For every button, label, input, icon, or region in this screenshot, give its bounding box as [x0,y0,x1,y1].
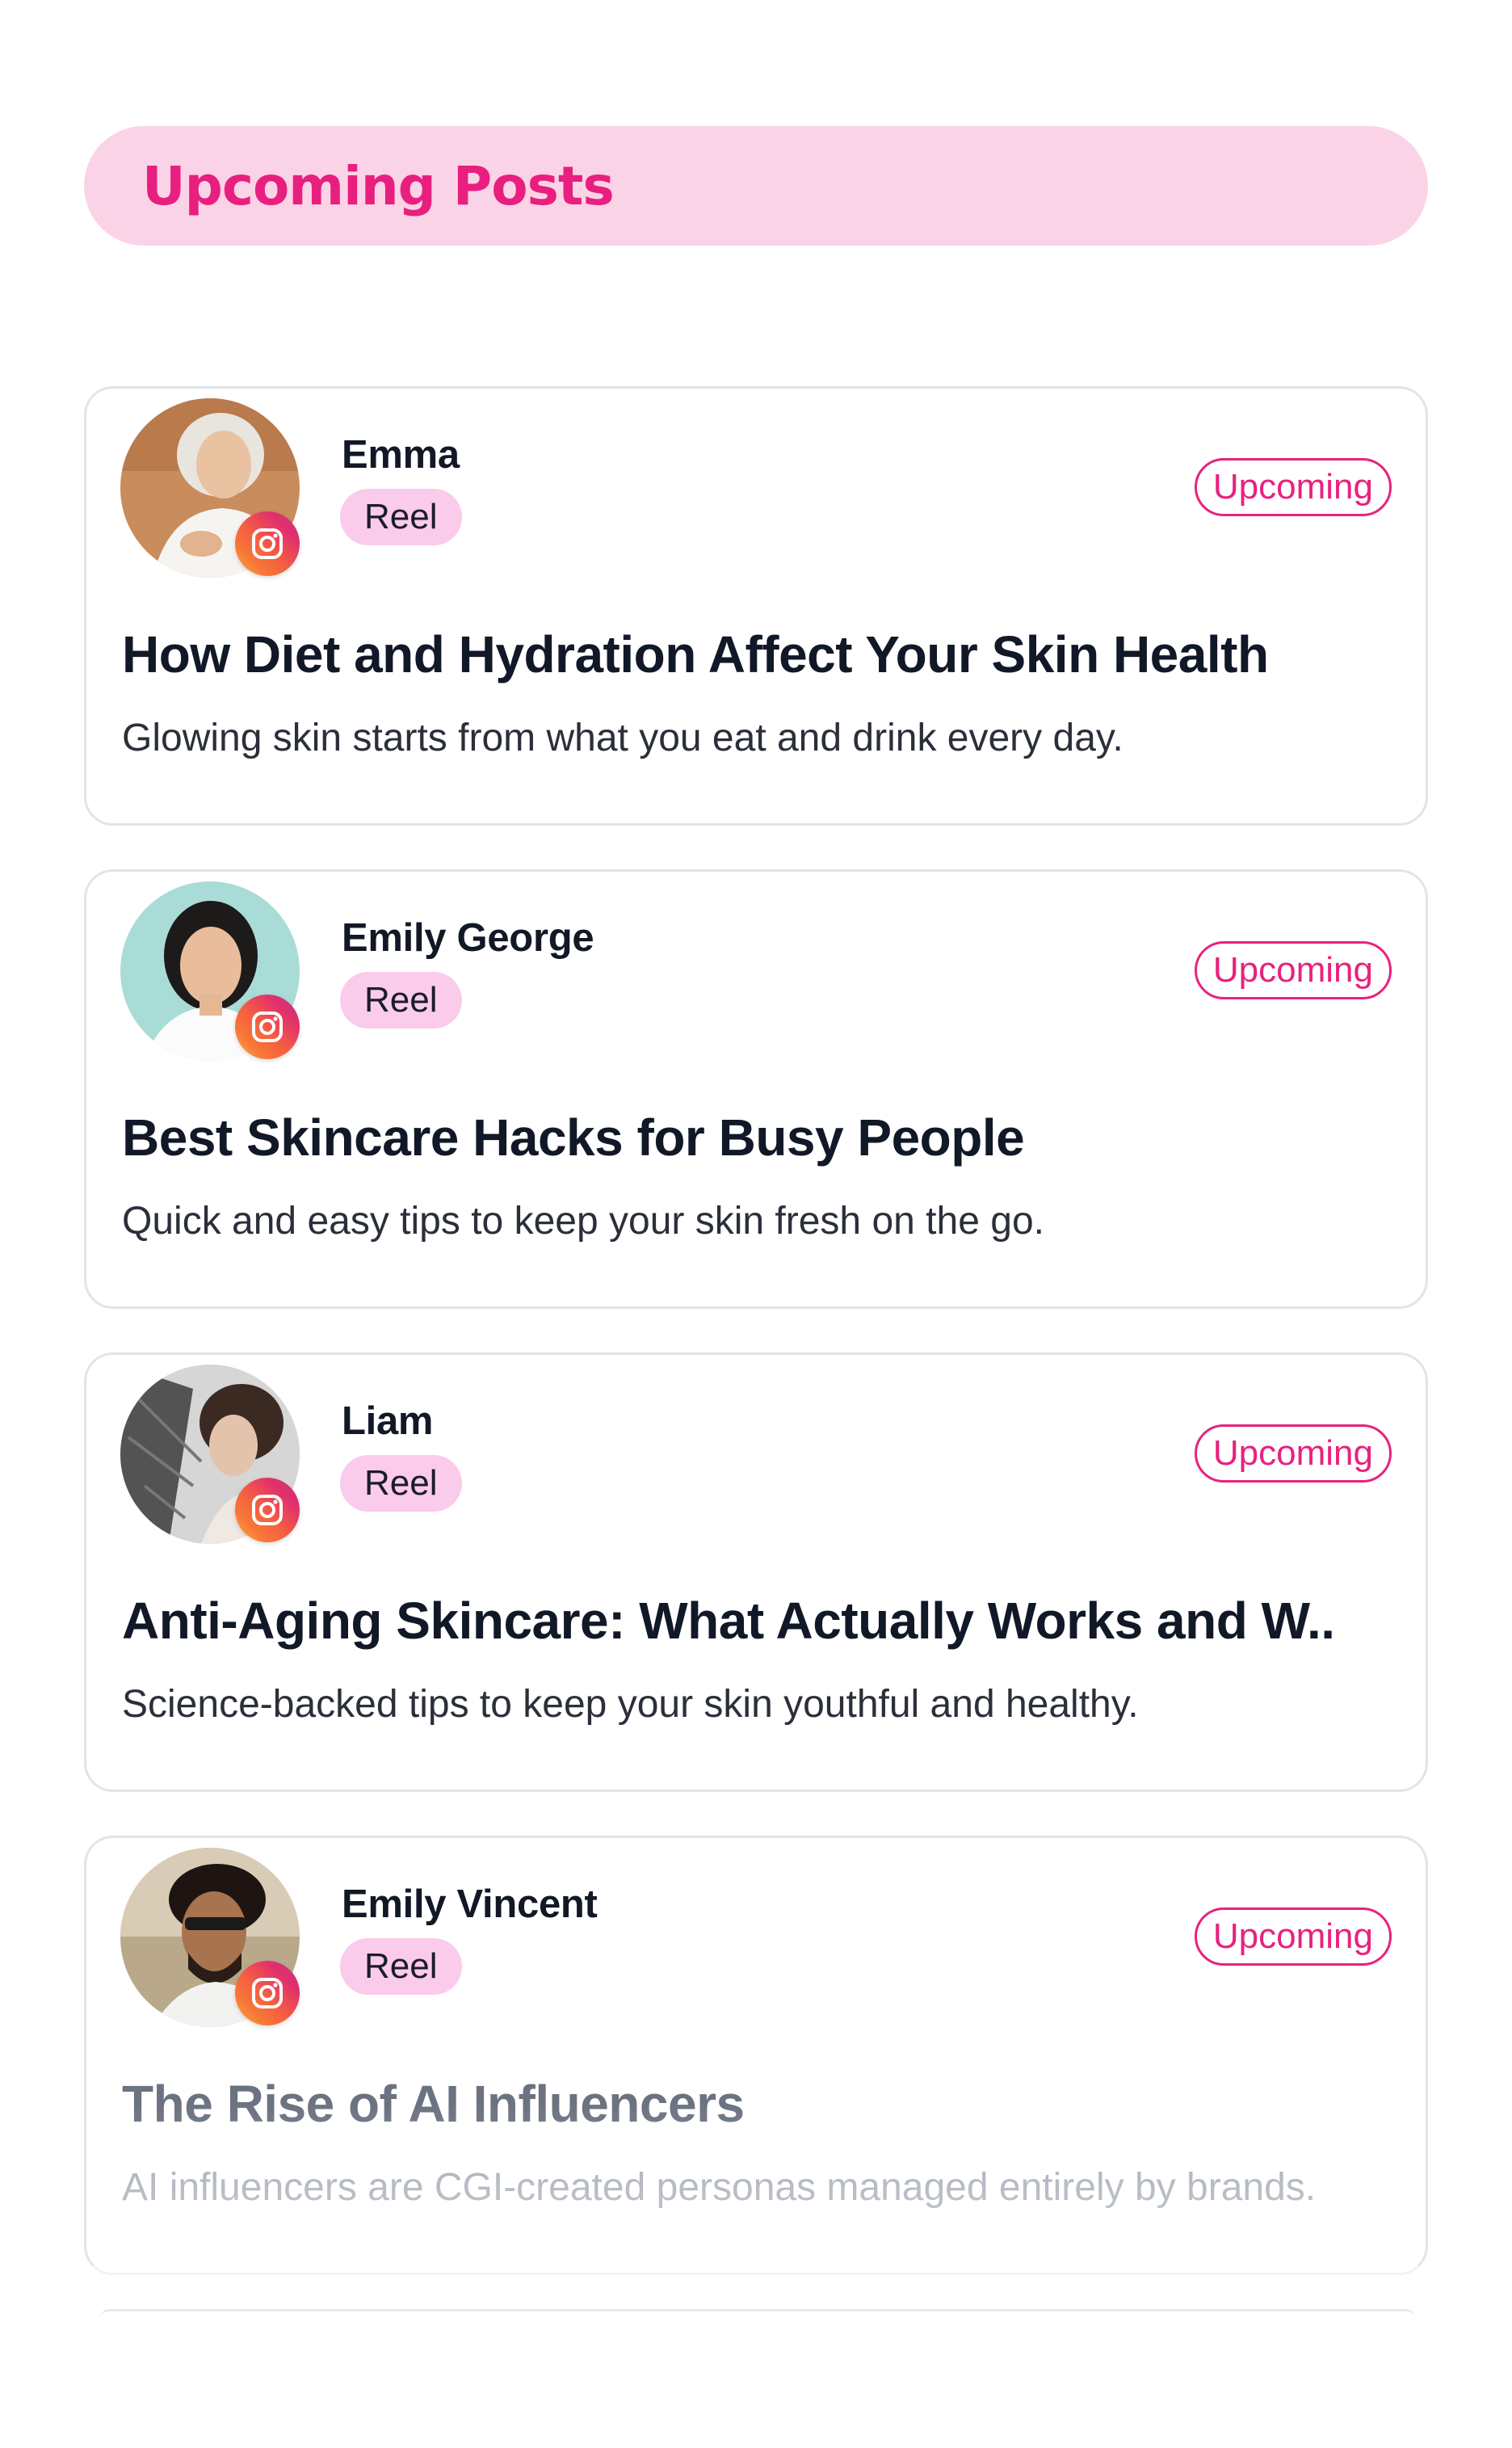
instagram-icon [235,1478,300,1542]
post-card[interactable]: Emily George Reel Upcoming Best Skincare… [84,869,1428,1309]
instagram-icon [235,511,300,576]
avatar-wrapper [120,881,300,1061]
avatar-wrapper [120,1848,300,2027]
post-title[interactable]: Best Skincare Hacks for Busy People [122,1108,1398,1167]
author-name: Emma [342,433,460,477]
avatar-wrapper [120,1365,300,1544]
post-type-tag: Reel [340,489,462,545]
post-card[interactable]: Emma Reel Upcoming How Diet and Hydratio… [84,386,1428,826]
status-badge: Upcoming [1194,458,1392,516]
post-title[interactable]: How Diet and Hydration Affect Your Skin … [122,625,1398,684]
author-name: Emily Vincent [342,1882,598,1926]
post-card[interactable]: Liam Reel Upcoming Anti-Aging Skincare: … [84,1352,1428,1792]
author-name: Liam [342,1399,434,1443]
post-title[interactable]: Anti-Aging Skincare: What Actually Works… [122,1591,1398,1651]
status-badge: Upcoming [1194,1908,1392,1966]
status-badge: Upcoming [1194,941,1392,999]
instagram-icon [235,995,300,1059]
status-badge: Upcoming [1194,1424,1392,1483]
section-title: Upcoming Posts [142,154,615,217]
post-type-tag: Reel [340,972,462,1028]
post-type-tag: Reel [340,1938,462,1995]
instagram-icon [235,1961,300,2025]
section-header: Upcoming Posts [84,126,1428,246]
avatar-wrapper [120,398,300,578]
post-description: Glowing skin starts from what you eat an… [122,717,1124,759]
post-card[interactable]: Emily Vincent Reel Upcoming The Rise of … [84,1836,1428,2275]
next-post-card-edge [100,2309,1415,2318]
post-description: AI influencers are CGI-created personas … [122,2166,1317,2209]
post-type-tag: Reel [340,1455,462,1512]
post-title[interactable]: The Rise of AI Influencers [122,2074,1398,2134]
post-description: Science-backed tips to keep your skin yo… [122,1683,1139,1726]
post-description: Quick and easy tips to keep your skin fr… [122,1200,1044,1243]
author-name: Emily George [342,916,594,960]
